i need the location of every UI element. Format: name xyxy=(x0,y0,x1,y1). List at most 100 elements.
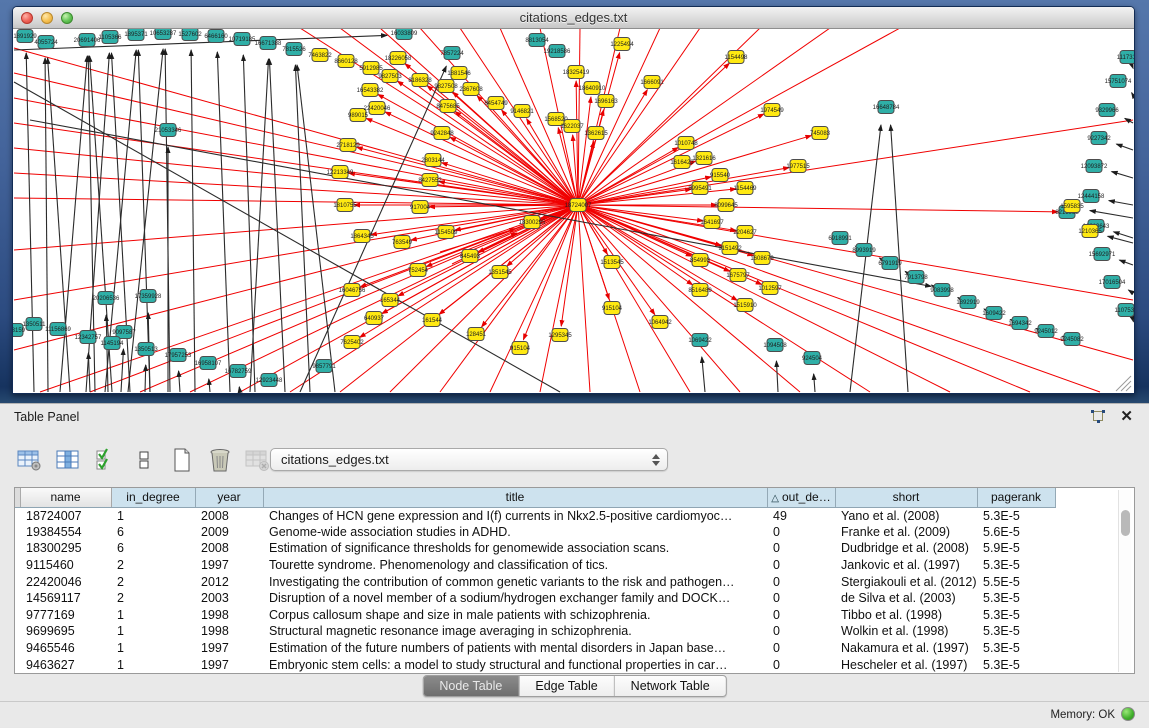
table-cell[interactable]: 2003 xyxy=(195,590,263,607)
column-header-title[interactable]: title xyxy=(263,488,767,507)
graph-node[interactable]: 2718129 xyxy=(336,139,360,152)
graph-node[interactable]: 4055724 xyxy=(34,36,58,49)
graph-node[interactable]: 1810755 xyxy=(333,199,357,212)
graph-node[interactable]: 7463822 xyxy=(308,49,332,62)
graph-node[interactable]: 8475685 xyxy=(436,100,460,113)
table-row[interactable]: 1872400712008Changes of HCN gene express… xyxy=(15,507,1061,524)
select-columns-icon[interactable] xyxy=(92,446,120,474)
graph-node[interactable]: 8995491 xyxy=(688,182,712,195)
graph-node[interactable]: 12444158 xyxy=(1078,190,1105,203)
graph-node[interactable]: 8516489 xyxy=(688,284,712,297)
graph-node[interactable]: 1675797 xyxy=(726,269,750,282)
graph-node[interactable]: 10653287 xyxy=(150,29,177,40)
scrollbar-thumb[interactable] xyxy=(1121,510,1130,536)
graph-node[interactable]: 1064942 xyxy=(648,316,672,329)
table-cell[interactable]: 2009 xyxy=(195,524,263,541)
graph-node[interactable]: 7857224 xyxy=(440,47,464,60)
table-cell[interactable]: Tourette syndrome. Phenomenology and cla… xyxy=(263,557,767,574)
table-cell[interactable]: de Silva et al. (2003) xyxy=(835,590,977,607)
graph-node[interactable]: 19218586 xyxy=(544,45,571,58)
new-table-icon[interactable] xyxy=(168,446,196,474)
graph-node[interactable]: 20206536 xyxy=(93,292,120,305)
graph-node[interactable]: 9151492 xyxy=(718,242,742,255)
table-options-icon[interactable] xyxy=(16,446,44,474)
table-cell[interactable]: 22420046 xyxy=(20,573,111,590)
graph-node[interactable]: 12093872 xyxy=(1081,160,1108,173)
table-cell[interactable]: 2012 xyxy=(195,573,263,590)
table-cell[interactable]: 0 xyxy=(767,640,835,657)
table-cell[interactable]: 5.3E-5 xyxy=(977,623,1055,640)
table-cell[interactable]: 49 xyxy=(767,507,835,524)
column-header-name[interactable]: name xyxy=(20,488,111,507)
graph-node[interactable]: 640937 xyxy=(364,312,385,325)
table-row[interactable]: 969969511998Structural magnetic resonanc… xyxy=(15,623,1061,640)
table-cell[interactable]: 5.3E-5 xyxy=(977,640,1055,657)
graph-node[interactable]: 6918991 xyxy=(828,232,852,245)
graph-node[interactable]: 1295345 xyxy=(548,329,572,342)
table-cell[interactable]: Yano et al. (2008) xyxy=(835,507,977,524)
table-cell[interactable]: 1 xyxy=(111,640,195,657)
graph-node[interactable]: 1094508 xyxy=(763,339,787,352)
table-cell[interactable]: Estimation of the future numbers of pati… xyxy=(263,640,767,657)
graph-node[interactable]: 165344 xyxy=(380,294,401,307)
graph-node[interactable]: 16046756 xyxy=(339,284,366,297)
table-cell[interactable]: Investigating the contribution of common… xyxy=(263,573,767,590)
column-header-short[interactable]: short xyxy=(835,488,977,507)
show-column-icon[interactable] xyxy=(54,446,82,474)
table-cell[interactable]: 2008 xyxy=(195,540,263,557)
graph-node[interactable]: 8186328 xyxy=(408,74,432,87)
table-cell[interactable]: 2 xyxy=(111,557,195,574)
table-cell[interactable]: 1997 xyxy=(195,640,263,657)
graph-node[interactable]: 9083998 xyxy=(930,284,954,297)
table-cell[interactable]: 18724007 xyxy=(20,507,111,524)
table-row[interactable]: 946554611997Estimation of the future num… xyxy=(15,640,1061,657)
minimize-window-icon[interactable] xyxy=(41,12,53,24)
table-cell[interactable]: 6 xyxy=(111,524,195,541)
table-cell[interactable]: 1 xyxy=(111,623,195,640)
memory-status-icon[interactable] xyxy=(1121,707,1135,721)
graph-node[interactable]: 752454 xyxy=(408,264,429,277)
close-window-icon[interactable] xyxy=(21,12,33,24)
graph-node[interactable]: 1117310 xyxy=(1117,51,1134,64)
tab-node-table[interactable]: Node Table xyxy=(423,676,519,696)
table-cell[interactable]: 5.9E-5 xyxy=(977,540,1055,557)
graph-node[interactable]: 1974549 xyxy=(760,104,784,117)
delete-table-icon[interactable] xyxy=(244,446,272,474)
network-view-window[interactable]: citations_edges.txt 18919294055724206914… xyxy=(12,6,1135,394)
resize-grip-icon[interactable] xyxy=(1116,376,1131,391)
table-cell[interactable]: 2 xyxy=(111,573,195,590)
column-header-pagerank[interactable]: pagerank xyxy=(977,488,1055,507)
graph-node[interactable]: 18640910 xyxy=(579,82,606,95)
table-cell[interactable]: 5.3E-5 xyxy=(977,557,1055,574)
table-header-row[interactable]: namein_degreeyeartitle△out_de…shortpager… xyxy=(15,488,1061,507)
node-table[interactable]: namein_degreeyeartitle△out_de…shortpager… xyxy=(14,487,1135,674)
graph-node[interactable]: 9827508 xyxy=(434,80,458,93)
graph-node[interactable]: 1362615 xyxy=(584,127,608,140)
table-cell[interactable]: 9465546 xyxy=(20,640,111,657)
graph-node[interactable]: 1616423 xyxy=(670,156,694,169)
table-cell[interactable]: 1998 xyxy=(195,607,263,624)
table-row[interactable]: 946362711997Embryonic stem cells: a mode… xyxy=(15,656,1061,673)
table-cell[interactable]: 5.3E-5 xyxy=(977,590,1055,607)
graph-node[interactable]: 6466160 xyxy=(204,30,228,43)
table-cell[interactable]: 0 xyxy=(767,590,835,607)
table-cell[interactable]: Tibbo et al. (1998) xyxy=(835,607,977,624)
graph-node[interactable]: 917004 xyxy=(410,201,431,214)
graph-node[interactable]: 6791919 xyxy=(878,257,902,270)
graph-node[interactable]: 915104 xyxy=(510,342,531,355)
graph-node[interactable]: 16671388 xyxy=(255,37,282,50)
graph-node[interactable]: 1666091 xyxy=(640,76,664,89)
table-cell[interactable]: Structural magnetic resonance image aver… xyxy=(263,623,767,640)
table-cell[interactable]: 0 xyxy=(767,607,835,624)
table-cell[interactable]: Franke et al. (2009) xyxy=(835,524,977,541)
table-cell[interactable]: 0 xyxy=(767,540,835,557)
table-cell[interactable]: Nakamura et al. (1997) xyxy=(835,640,977,657)
graph-node[interactable]: 845493 xyxy=(460,250,481,263)
graph-node[interactable]: 763549 xyxy=(392,236,413,249)
graph-node[interactable]: 16648784 xyxy=(873,101,900,114)
graph-node[interactable]: 2204627 xyxy=(733,226,757,239)
graph-node[interactable]: 8099645 xyxy=(714,199,738,212)
table-cell[interactable]: 2 xyxy=(111,590,195,607)
table-cell[interactable]: 1 xyxy=(111,507,195,524)
graph-node[interactable]: 8660128 xyxy=(334,55,358,68)
